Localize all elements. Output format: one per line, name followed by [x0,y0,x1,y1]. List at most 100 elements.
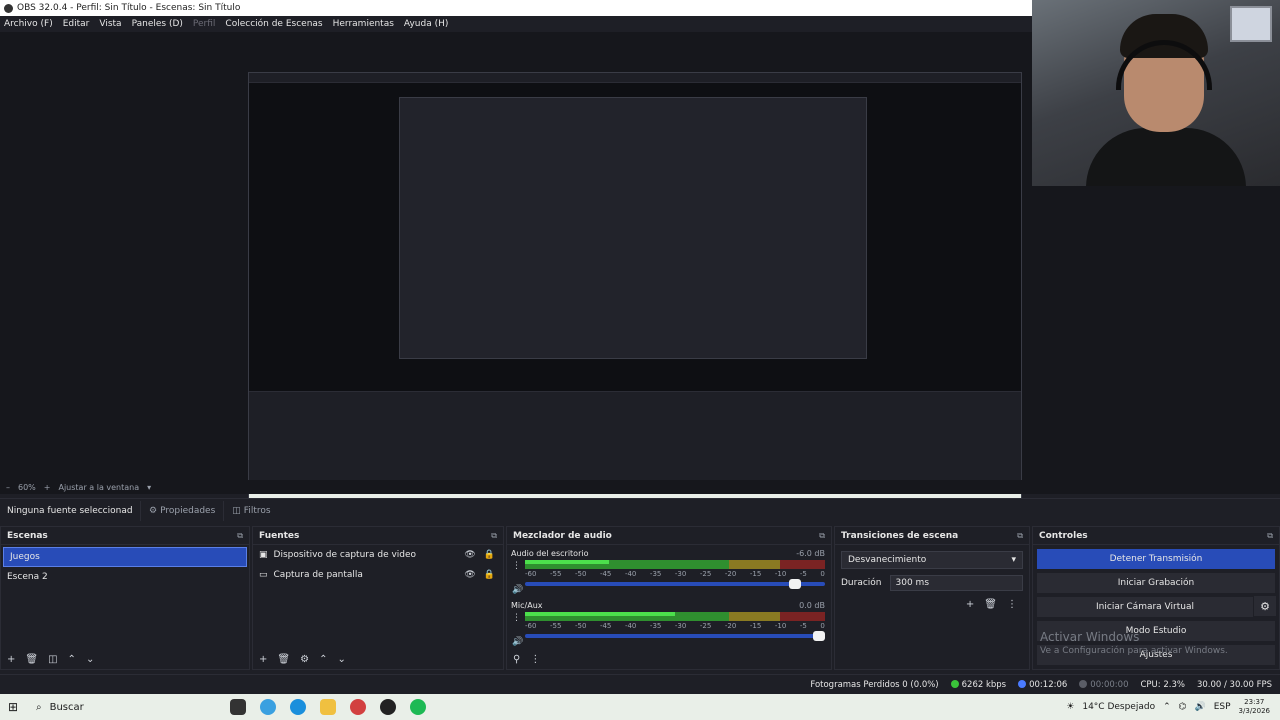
undock-icon[interactable]: ⧉ [491,531,497,541]
search-icon: ⌕ [36,701,42,713]
menu-archivo[interactable]: Archivo (F) [4,19,53,29]
arrow-up-icon[interactable]: ⌃ [319,654,327,665]
source-item[interactable]: ▭ Captura de pantalla 👁 🔒 [253,565,503,585]
gear-icon[interactable]: ⚙ [300,654,309,665]
edge-icon[interactable] [290,699,306,715]
scene-item[interactable]: Juegos [3,547,247,567]
copilot-icon[interactable] [260,699,276,715]
arrow-down-icon[interactable]: ⌄ [337,654,345,665]
duration-input[interactable]: 300 ms [889,575,1023,591]
undock-icon[interactable]: ⧉ [1017,531,1023,541]
menu-paneles[interactable]: Paneles (D) [132,19,183,29]
menu-vista[interactable]: Vista [99,19,121,29]
meter-tick-label: -40 [624,570,637,578]
link-icon[interactable]: ⚲ [513,654,520,665]
channel-name: Audio del escritorio [511,549,589,558]
file-explorer-icon[interactable] [320,699,336,715]
stream-time-value: 00:12:06 [1029,679,1068,690]
kebab-menu-icon[interactable]: ⋮ [512,613,521,623]
meter-tick-label: -5 [799,570,807,578]
volume-icon[interactable]: 🔊 [1195,702,1206,712]
obs-taskbar-icon[interactable] [380,699,396,715]
virtual-camera-settings-gear-icon[interactable]: ⚙ [1254,596,1276,616]
chevron-up-icon[interactable]: ⌃ [1163,702,1171,712]
task-view-icon[interactable] [230,699,246,715]
watermark-subtitle: Ve a Configuración para activar Windows. [1040,646,1228,656]
scene-item[interactable]: Escena 2 [1,567,249,587]
meter-tick-label: -30 [674,570,687,578]
scenes-dock-header: Escenas ⧉ [1,527,249,545]
meter-tick-label: -10 [774,622,787,630]
start-recording-button[interactable]: Iniciar Grabación [1037,573,1275,593]
speaker-icon[interactable]: 🔊 [512,585,523,595]
properties-button[interactable]: ⚙ Propiedades [140,500,223,521]
undock-icon[interactable]: ⧉ [819,531,825,541]
channel-db: -6.0 dB [796,549,825,558]
signal-icon [950,679,959,688]
volume-fader[interactable] [525,579,825,589]
stream-time: 00:12:06 [1018,679,1068,690]
zoom-fit-label[interactable]: Ajustar a la ventana [58,483,139,492]
language-indicator[interactable]: ESP [1214,702,1231,712]
trash-icon[interactable]: 🗑 [984,599,997,610]
controls-title: Controles [1039,530,1088,541]
trash-icon[interactable]: 🗑 [277,654,290,665]
arrow-down-icon[interactable]: ⌄ [86,654,94,665]
channel-name: Mic/Aux [511,601,543,610]
meter-tick-label: -5 [799,622,807,630]
menu-editar[interactable]: Editar [63,19,90,29]
start-virtual-camera-button[interactable]: Iniciar Cámara Virtual [1037,597,1253,617]
add-icon[interactable]: + [966,599,974,610]
arrow-up-icon[interactable]: ⌃ [68,654,76,665]
transitions-dock-header: Transiciones de escena ⧉ [835,527,1029,545]
menu-coleccion-escenas[interactable]: Colección de Escenas [225,19,322,29]
scenes-dock: Escenas ⧉ Juegos Escena 2 + 🗑 ◫ ⌃ ⌄ [0,526,250,670]
scene-filters-icon[interactable]: ◫ [48,654,57,665]
volume-fader[interactable] [525,631,825,641]
zoom-out-icon[interactable]: – [6,483,10,492]
add-icon[interactable]: + [259,654,267,665]
taskbar-search[interactable]: ⌕ Buscar [26,702,216,713]
zoom-in-icon[interactable]: + [44,483,51,492]
eye-icon[interactable]: 👁 [464,570,475,580]
menu-herramientas[interactable]: Herramientas [333,19,394,29]
transition-select[interactable]: Desvanecimiento ▾ [841,551,1023,569]
windows-taskbar: ⊞ ⌕ Buscar ☀ 14°C Despejado ⌃ ⌬ 🔊 ESP 23… [0,694,1280,720]
menu-ayuda[interactable]: Ayuda (H) [404,19,448,29]
volume-meter-level [525,560,609,564]
fps-counter: 30.00 / 30.00 FPS [1196,679,1272,690]
stop-stream-button[interactable]: Detener Transmisión [1037,549,1275,569]
fader-knob[interactable] [813,631,825,641]
network-icon[interactable]: ⌬ [1179,702,1187,712]
meter-tick-label: -60 [525,622,537,630]
source-item[interactable]: ▣ Dispositivo de captura de video 👁 🔒 [253,545,503,565]
kebab-menu-icon[interactable]: ⋮ [530,654,540,665]
undock-icon[interactable]: ⧉ [1267,531,1273,541]
kebab-menu-icon[interactable]: ⋮ [512,561,521,571]
meter-tick-label: -35 [649,570,662,578]
undock-icon[interactable]: ⧉ [237,531,243,541]
add-icon[interactable]: + [7,654,15,665]
weather-text[interactable]: 14°C Despejado [1082,702,1155,712]
meter-tick-label: 0 [820,570,825,578]
windows-start-icon[interactable]: ⊞ [0,700,26,714]
speaker-icon[interactable]: 🔊 [512,637,523,647]
filters-button[interactable]: ◫ Filtros [223,500,278,521]
meter-tick-label: -20 [724,622,737,630]
source-item-label: Dispositivo de captura de video [273,550,417,560]
obs-logo-icon [4,3,13,13]
zoom-dropdown-icon[interactable]: ▾ [147,483,151,492]
watermark-title: Activar Windows [1040,630,1140,644]
chrome-icon[interactable] [350,699,366,715]
taskbar-clock[interactable]: 23:37 3/3/2026 [1239,698,1270,716]
trash-icon[interactable]: 🗑 [25,654,38,665]
meter-tick-label: -50 [574,622,587,630]
program-preview[interactable] [248,72,1022,506]
eye-icon[interactable]: 👁 [464,550,475,560]
menu-perfil[interactable]: Perfil [193,19,216,29]
kebab-menu-icon[interactable]: ⋮ [1007,599,1017,610]
fader-knob[interactable] [789,579,801,589]
lock-icon[interactable]: 🔒 [484,550,495,560]
lock-icon[interactable]: 🔒 [484,570,495,580]
spotify-icon[interactable] [410,699,426,715]
